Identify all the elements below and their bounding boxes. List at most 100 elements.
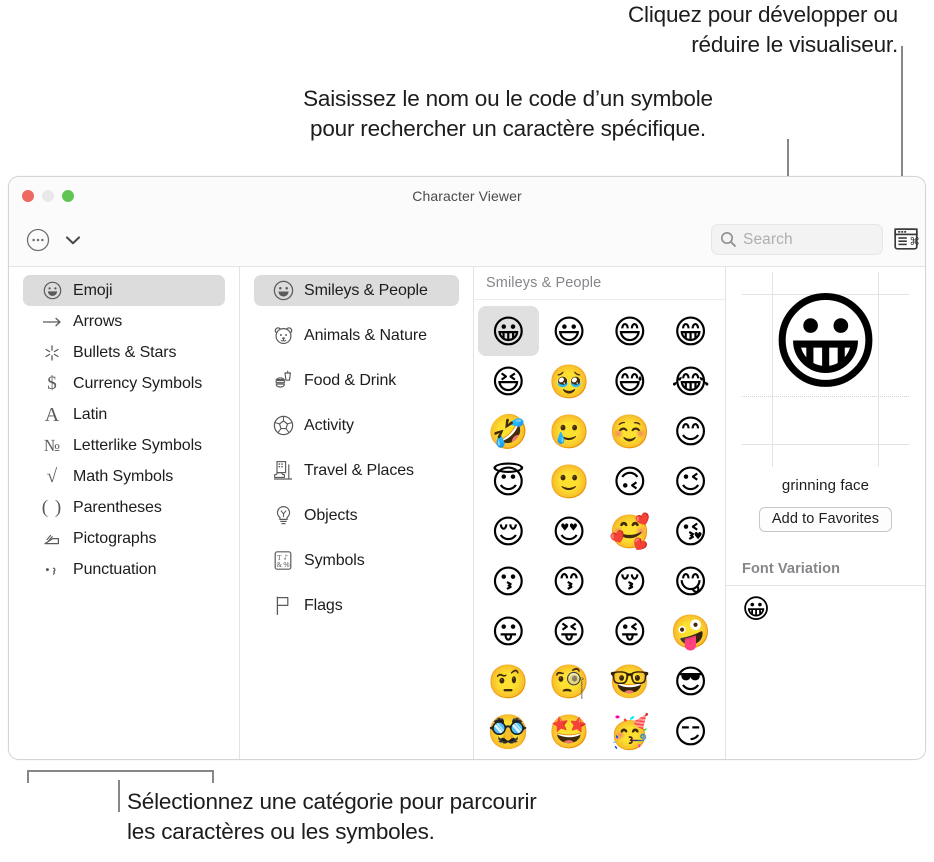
sidebar-item-flags[interactable]: Flags bbox=[254, 590, 459, 621]
sidebar-item-food-drink[interactable]: Food & Drink bbox=[254, 365, 459, 396]
search-icon bbox=[720, 231, 737, 248]
sidebar-item-symbols[interactable]: T ♪ & % Symbols bbox=[254, 545, 459, 576]
sidebar-item-emoji[interactable]: Emoji bbox=[23, 275, 225, 306]
emoji-cell[interactable]: 😗 bbox=[478, 556, 539, 606]
emoji-cell[interactable]: 🥲 bbox=[539, 406, 600, 456]
sidebar-item-arrows[interactable]: Arrows bbox=[23, 306, 225, 337]
sidebar-item-label: Emoji bbox=[73, 281, 113, 299]
traffic-lights bbox=[22, 190, 74, 202]
character-viewer-toggle-icon[interactable]: ⌘ bbox=[893, 227, 920, 251]
emoji-cell[interactable]: 🙃 bbox=[600, 456, 661, 506]
emoji-cell[interactable]: 🥳 bbox=[600, 706, 661, 756]
chevron-down-icon[interactable] bbox=[62, 229, 84, 251]
emoji-cell[interactable]: 😝 bbox=[539, 606, 600, 656]
lightbulb-icon bbox=[270, 505, 296, 526]
emoji-cell[interactable]: 😋 bbox=[660, 556, 721, 606]
city-car-icon bbox=[270, 460, 296, 481]
font-variation-list[interactable]: 😀 bbox=[726, 586, 925, 623]
sidebar-item-pictographs[interactable]: Pictographs bbox=[23, 523, 225, 554]
sidebar-item-label: Math Symbols bbox=[73, 467, 174, 485]
sidebar-item-label: Flags bbox=[304, 596, 343, 614]
smiley-face-icon bbox=[270, 280, 296, 301]
emoji-cell[interactable]: 😛 bbox=[478, 606, 539, 656]
add-to-favorites-button[interactable]: Add to Favorites bbox=[758, 507, 893, 532]
emoji-cell[interactable]: 😆 bbox=[478, 356, 539, 406]
emoji-cell[interactable]: 😌 bbox=[478, 506, 539, 556]
svg-text:♪: ♪ bbox=[284, 554, 288, 562]
sidebar-item-label: Smileys & People bbox=[304, 281, 428, 299]
sidebar-item-label: Travel & Places bbox=[304, 461, 414, 479]
soccer-ball-icon bbox=[270, 415, 296, 436]
sidebar-item-label: Arrows bbox=[73, 312, 123, 330]
sidebar-item-parentheses[interactable]: ( ) Parentheses bbox=[23, 492, 225, 523]
sidebar-item-label: Objects bbox=[304, 506, 358, 524]
emoji-cell[interactable]: 😘 bbox=[660, 506, 721, 556]
favorites-row: Add to Favorites bbox=[726, 507, 925, 532]
sidebar-item-objects[interactable]: Objects bbox=[254, 500, 459, 531]
sidebar-item-currency-symbols[interactable]: $ Currency Symbols bbox=[23, 368, 225, 399]
emoji-cell[interactable]: 😃 bbox=[539, 306, 600, 356]
sidebar-item-activity[interactable]: Activity bbox=[254, 410, 459, 441]
emoji-cell[interactable]: 😁 bbox=[660, 306, 721, 356]
emoji-cell[interactable]: 🤪 bbox=[660, 606, 721, 656]
sidebar-item-smileys-people[interactable]: Smileys & People bbox=[254, 275, 459, 306]
sidebar-item-latin[interactable]: A Latin bbox=[23, 399, 225, 430]
burger-drink-icon bbox=[270, 370, 296, 391]
sidebar-item-label: Animals & Nature bbox=[304, 326, 427, 344]
symbols-box-icon: T ♪ & % bbox=[270, 550, 296, 571]
emoji-cell[interactable]: 😍 bbox=[539, 506, 600, 556]
categories-sidebar: Emoji Arrows Bullets & Stars $ Currency … bbox=[9, 267, 240, 759]
font-variation-cell[interactable]: 😀 bbox=[742, 596, 770, 623]
pictograph-icon bbox=[39, 531, 65, 547]
ellipsis-circle-icon[interactable] bbox=[24, 226, 52, 254]
sidebar-item-label: Bullets & Stars bbox=[73, 343, 177, 361]
zoom-button[interactable] bbox=[62, 190, 74, 202]
emoji-cell[interactable]: 🤣 bbox=[478, 406, 539, 456]
emoji-cell[interactable]: 😇 bbox=[478, 456, 539, 506]
emoji-cell[interactable]: 😚 bbox=[600, 556, 661, 606]
window-toolbar: Search ⌘ bbox=[9, 214, 925, 267]
sidebar-item-math-symbols[interactable]: √ Math Symbols bbox=[23, 461, 225, 492]
emoji-cell[interactable]: 🤨 bbox=[478, 656, 539, 706]
sidebar-item-animals-nature[interactable]: Animals & Nature bbox=[254, 320, 459, 351]
emoji-cell[interactable]: 😄 bbox=[600, 306, 661, 356]
search-placeholder: Search bbox=[743, 230, 793, 248]
emoji-cell[interactable]: 😙 bbox=[539, 556, 600, 606]
numero-sign-icon: № bbox=[43, 436, 61, 455]
star-burst-icon bbox=[39, 344, 65, 362]
emoji-cell[interactable]: 😉 bbox=[660, 456, 721, 506]
emoji-cell[interactable]: 🤩 bbox=[539, 706, 600, 756]
emoji-cell[interactable]: 😜 bbox=[600, 606, 661, 656]
search-input[interactable]: Search bbox=[711, 224, 883, 255]
emoji-cell[interactable]: 😏 bbox=[660, 706, 721, 756]
emoji-grid[interactable]: 😀 😃 😄 😁 😆 🥹 😅 😂 🤣 🥲 ☺️ 😊 😇 🙂 🙃 😉 😌 😍 🥰 😘 😗 😙 😚 😋 😛 😝 😜 🤪 🤨 🧐 🤓 😎 🥸 🤩 🥳 😏 bbox=[474, 300, 725, 759]
sidebar-item-punctuation[interactable]: Punctuation bbox=[23, 554, 225, 585]
leader-line-bottom bbox=[118, 780, 120, 812]
svg-text:%: % bbox=[283, 562, 289, 569]
emoji-cell[interactable]: 🥸 bbox=[478, 706, 539, 756]
close-button[interactable] bbox=[22, 190, 34, 202]
character-detail-panel: 😀 grinning face Add to Favorites Font Va… bbox=[726, 267, 925, 759]
font-variation-title: Font Variation bbox=[742, 561, 841, 577]
emoji-cell[interactable]: 😅 bbox=[600, 356, 661, 406]
emoji-cell[interactable]: 😊 bbox=[660, 406, 721, 456]
emoji-cell[interactable]: ☺️ bbox=[600, 406, 661, 456]
emoji-cell[interactable]: 🥹 bbox=[539, 356, 600, 406]
sidebar-item-label: Latin bbox=[73, 405, 108, 423]
emoji-cell[interactable]: 🥰 bbox=[600, 506, 661, 556]
character-preview: 😀 bbox=[742, 272, 909, 467]
sidebar-item-bullets-stars[interactable]: Bullets & Stars bbox=[23, 337, 225, 368]
emoji-cell[interactable]: 🧐 bbox=[539, 656, 600, 706]
svg-text:⌘: ⌘ bbox=[909, 236, 919, 248]
minimize-button[interactable] bbox=[42, 190, 54, 202]
emoji-cell[interactable]: 🙂 bbox=[539, 456, 600, 506]
sidebar-item-letterlike-symbols[interactable]: № Letterlike Symbols bbox=[23, 430, 225, 461]
emoji-cell[interactable]: 😎 bbox=[660, 656, 721, 706]
sidebar-item-travel-places[interactable]: Travel & Places bbox=[254, 455, 459, 486]
grid-section-header: Smileys & People bbox=[474, 267, 725, 300]
emoji-cell[interactable]: 🤓 bbox=[600, 656, 661, 706]
parentheses-icon: ( ) bbox=[41, 497, 63, 518]
emoji-cell[interactable]: 😂 bbox=[660, 356, 721, 406]
emoji-cell[interactable]: 😀 bbox=[478, 306, 539, 356]
preview-guide-bottom bbox=[742, 444, 909, 445]
